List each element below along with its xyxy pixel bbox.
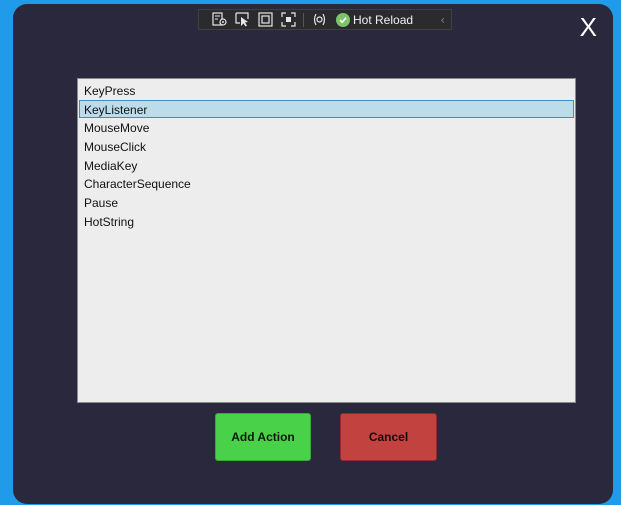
debug-toolbar: Hot Reload ‹ — [198, 9, 452, 30]
list-item[interactable]: MediaKey — [79, 156, 574, 174]
list-item[interactable]: KeyListener — [79, 99, 574, 118]
cancel-button[interactable]: Cancel — [340, 413, 437, 461]
close-button[interactable]: X — [580, 12, 597, 42]
binding-failures-icon[interactable] — [311, 12, 327, 27]
hot-reload-label: Hot Reload — [353, 12, 414, 27]
track-focus-icon[interactable] — [280, 12, 296, 27]
check-circle-icon — [336, 12, 350, 27]
list-item[interactable]: CharacterSequence — [79, 174, 574, 192]
list-item[interactable]: HotString — [79, 212, 574, 230]
list-item[interactable]: KeyPress — [79, 81, 574, 99]
select-element-icon[interactable] — [234, 12, 250, 27]
toolbar-separator — [303, 12, 304, 27]
dialog-window: Hot Reload ‹ X KeyPress KeyListener MouseM… — [13, 4, 613, 504]
display-layout-adorners-icon[interactable] — [257, 12, 273, 27]
action-list[interactable]: KeyPress KeyListener MouseMove MouseClick Me… — [77, 78, 576, 403]
collapse-toolbar-chevron-icon[interactable]: ‹ — [440, 13, 445, 27]
list-item[interactable]: MouseMove — [79, 118, 574, 136]
live-visual-tree-icon[interactable] — [211, 12, 227, 27]
add-action-button[interactable]: Add Action — [215, 413, 311, 461]
list-item[interactable]: MouseClick — [79, 137, 574, 155]
hot-reload-button[interactable]: Hot Reload — [336, 12, 414, 27]
list-item[interactable]: Pause — [79, 193, 574, 211]
